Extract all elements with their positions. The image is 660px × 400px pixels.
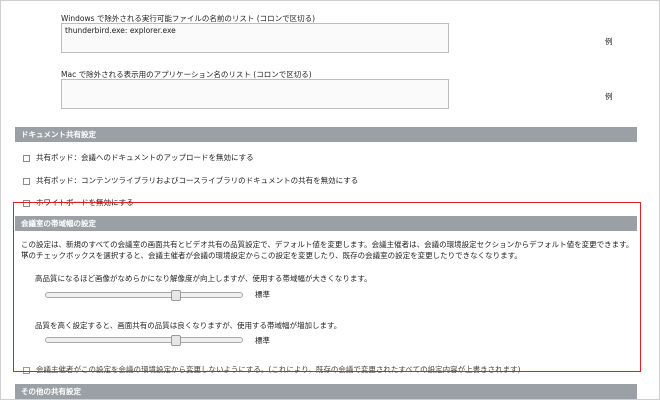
checkbox-disable-library-sharing[interactable] — [23, 177, 30, 185]
option-disable-upload[interactable]: 共有ポッド：会議へのドキュメントのアップロードを無効にする — [23, 153, 254, 163]
checkbox-disable-upload[interactable] — [23, 154, 30, 162]
screen-quality-text: 品質を高く設定すると、画面共有の品質は良くなりますが、使用する帯域幅が増加します… — [35, 321, 342, 330]
video-quality-text: 高品質になるほど画像がなめらかになり解像度が向上しますが、使用する帯域幅が大きく… — [35, 274, 372, 283]
settings-page: Windows で除外される実行可能ファイルの名前のリスト (コロンで区切る) … — [0, 0, 660, 400]
option-disable-library-sharing[interactable]: 共有ポッド：コンテンツライブラリおよびコースライブラリのドキュメントの共有を無効… — [23, 176, 358, 186]
video-quality-slider[interactable] — [45, 290, 243, 301]
mac-example-link[interactable]: 例 — [605, 91, 613, 102]
bandwidth-description-line2: 下のチェックボックスを選択すると、会議主催者が会議の環境設定からこの設定を変更し… — [21, 251, 522, 260]
screen-quality-slider-thumb[interactable] — [171, 335, 181, 346]
video-quality-slider-thumb[interactable] — [171, 290, 181, 301]
option-lock-bandwidth-label: 会議主催者がこの設定を会議の環境設定から変更しないようにする。(これにより、既存… — [36, 365, 521, 374]
windows-exclusion-field[interactable]: thunderbird.exe: explorer.exe — [61, 23, 449, 53]
option-disable-upload-label: 共有ポッド：会議へのドキュメントのアップロードを無効にする — [36, 153, 254, 162]
screen-quality-value: 標準 — [255, 336, 270, 345]
option-disable-whiteboard-label: ホワイトボードを無効にする — [36, 198, 134, 207]
screen-quality-slider[interactable] — [45, 335, 243, 346]
other-sharing-header: その他の共有設定 — [15, 384, 637, 399]
windows-example-link[interactable]: 例 — [605, 36, 613, 47]
document-sharing-header: ドキュメント共有設定 — [15, 127, 637, 142]
checkbox-disable-whiteboard[interactable] — [23, 199, 30, 207]
bandwidth-header: 会議室の帯域幅の設定 — [15, 216, 637, 231]
mac-exclusion-field[interactable] — [61, 79, 449, 109]
checkbox-lock-bandwidth[interactable] — [23, 366, 30, 374]
option-disable-library-sharing-label: 共有ポッド：コンテンツライブラリおよびコースライブラリのドキュメントの共有を無効… — [36, 176, 359, 185]
video-quality-value: 標準 — [255, 290, 270, 299]
option-lock-bandwidth[interactable]: 会議主催者がこの設定を会議の環境設定から変更しないようにする。(これにより、既存… — [23, 365, 521, 375]
option-disable-whiteboard[interactable]: ホワイトボードを無効にする — [23, 198, 134, 208]
